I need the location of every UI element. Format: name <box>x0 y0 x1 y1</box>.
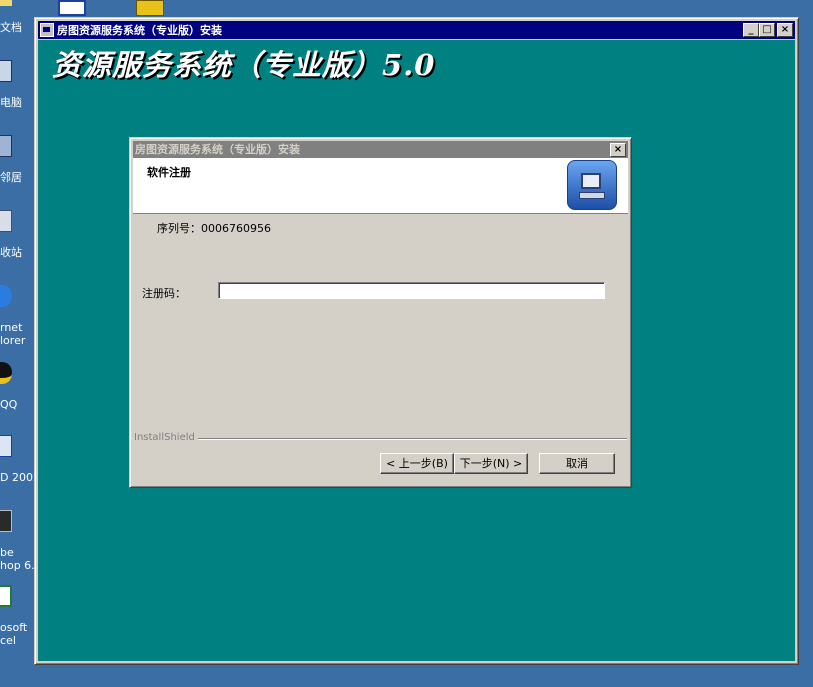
close-button[interactable]: × <box>777 23 793 37</box>
documents-icon <box>0 0 12 6</box>
registration-code-input[interactable] <box>218 282 605 299</box>
computer-icon <box>0 60 12 82</box>
cad-icon <box>0 435 12 457</box>
excel-label: osoft cel <box>0 621 28 647</box>
desktop-bottom-strip <box>0 665 813 687</box>
ie-label: rnet lorer <box>0 321 26 347</box>
ie-icon <box>0 285 12 307</box>
network-icon <box>0 135 12 157</box>
dialog-close-button[interactable]: × <box>610 143 626 157</box>
registration-code-label: 注册码： <box>142 287 186 300</box>
dialog-header-title: 软件注册 <box>147 166 191 179</box>
app-icon[interactable] <box>40 23 54 37</box>
excel-icon <box>0 585 12 607</box>
serial-number-text: 序列号：0006760956 <box>157 222 271 235</box>
dialog-header: 软件注册 <box>133 158 628 214</box>
product-banner: 资源服务系统（专业版）5.0 <box>52 48 436 82</box>
footer-separator <box>134 438 627 440</box>
main-window-title: 房图资源服务系统（专业版）安装 <box>57 24 222 37</box>
dialog-title-bar[interactable]: 房图资源服务系统（专业版）安装 × <box>133 141 628 158</box>
computer-base-icon <box>579 192 605 199</box>
shortcut-icon[interactable] <box>58 0 86 16</box>
next-button[interactable]: 下一步(N) > <box>454 453 528 474</box>
monitor-icon <box>581 173 601 189</box>
back-button[interactable]: < 上一步(B) <box>380 453 454 474</box>
main-title-bar[interactable]: 房图资源服务系统（专业版）安装 _ □ × <box>38 21 795 39</box>
qq-icon <box>0 362 12 384</box>
registration-dialog: 房图资源服务系统（专业版）安装 × 软件注册 序列号：0006760956 注册… <box>129 137 632 488</box>
photoshop-icon <box>0 510 12 532</box>
dialog-title: 房图资源服务系统（专业版）安装 <box>135 143 300 156</box>
recycle-bin-icon <box>0 210 12 232</box>
installshield-brand: InstallShield <box>134 432 198 443</box>
maximize-button[interactable]: □ <box>759 23 775 37</box>
folder-upload-icon[interactable] <box>136 0 164 16</box>
computer-setup-icon <box>567 160 617 210</box>
cancel-button[interactable]: 取消 <box>539 453 615 474</box>
minimize-button[interactable]: _ <box>743 23 759 37</box>
